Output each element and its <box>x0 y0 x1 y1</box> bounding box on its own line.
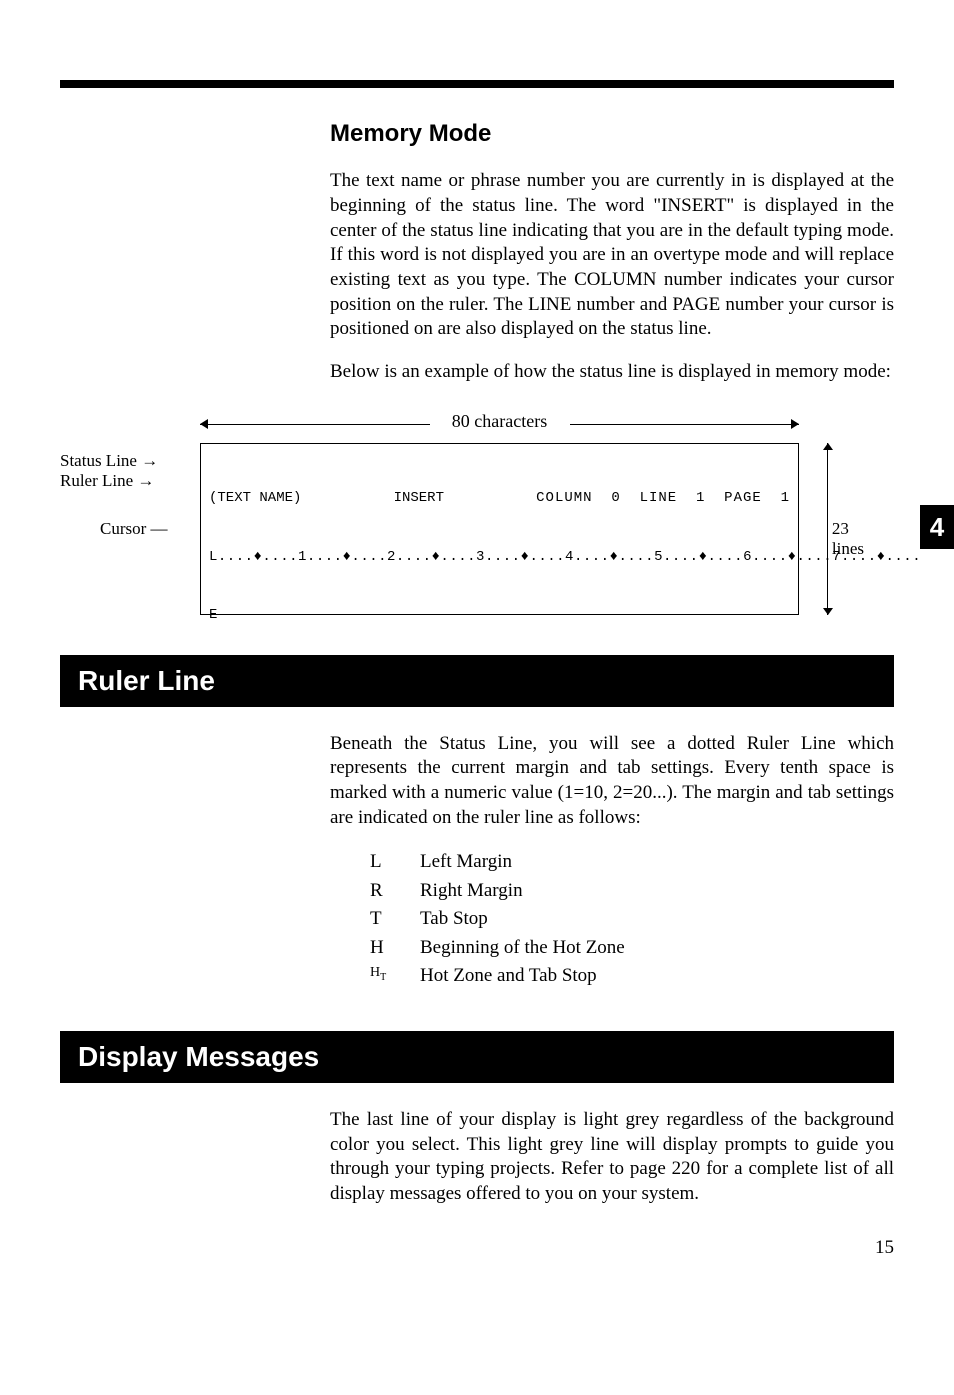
screen-box: (TEXT NAME) INSERT COLUMN 0 LINE 1 PAGE … <box>200 443 799 615</box>
height-labels: 23 lines <box>832 519 864 560</box>
indicator-desc-4: Hot Zone and Tab Stop <box>420 962 597 991</box>
indicator-sym-1: R <box>370 877 420 906</box>
cursor-char: E <box>209 607 217 623</box>
ruler-indicator-list: LLeft Margin RRight Margin TTab Stop HBe… <box>370 848 894 991</box>
status-line-diagram: 80 characters Status Line → Ruler Line →… <box>60 415 894 615</box>
width-dimension: 80 characters <box>200 415 799 435</box>
indicator-desc-2: Tab Stop <box>420 905 488 934</box>
memory-mode-para2: Below is an example of how the status li… <box>330 360 894 385</box>
indicator-sym-3: H <box>370 934 420 963</box>
status-right: COLUMN 0 LINE 1 PAGE 1 <box>536 489 790 509</box>
height-value: 23 <box>832 519 864 539</box>
display-messages-para: The last line of your display is light g… <box>330 1108 894 1207</box>
indicator-desc-1: Right Margin <box>420 877 523 906</box>
ruler-line-text: L....♦....1....♦....2....♦....3....♦....… <box>209 548 790 568</box>
display-messages-heading: Display Messages <box>60 1031 894 1083</box>
memory-mode-title: Memory Mode <box>330 118 894 149</box>
cursor-label: Cursor <box>100 519 146 538</box>
diagram-left-labels: Status Line → Ruler Line → Cursor — <box>60 445 168 539</box>
indicator-desc-3: Beginning of the Hot Zone <box>420 934 625 963</box>
status-line-label: Status Line <box>60 451 137 470</box>
ruler-line-para: Beneath the Status Line, you will see a … <box>330 732 894 831</box>
indicator-sym-4: HT <box>370 962 420 991</box>
indicator-sym-2: T <box>370 905 420 934</box>
status-mode: INSERT <box>394 489 444 509</box>
chapter-tab: 4 <box>920 505 954 549</box>
page-number: 15 <box>60 1237 894 1259</box>
top-rule <box>60 80 894 88</box>
indicator-sym-0: L <box>370 848 420 877</box>
width-label: 80 characters <box>430 411 570 432</box>
height-unit: lines <box>832 539 864 559</box>
indicator-desc-0: Left Margin <box>420 848 512 877</box>
memory-mode-para1: The text name or phrase number you are c… <box>330 169 894 342</box>
ruler-line-label: Ruler Line <box>60 471 133 490</box>
status-text-name: (TEXT NAME) <box>209 489 301 509</box>
